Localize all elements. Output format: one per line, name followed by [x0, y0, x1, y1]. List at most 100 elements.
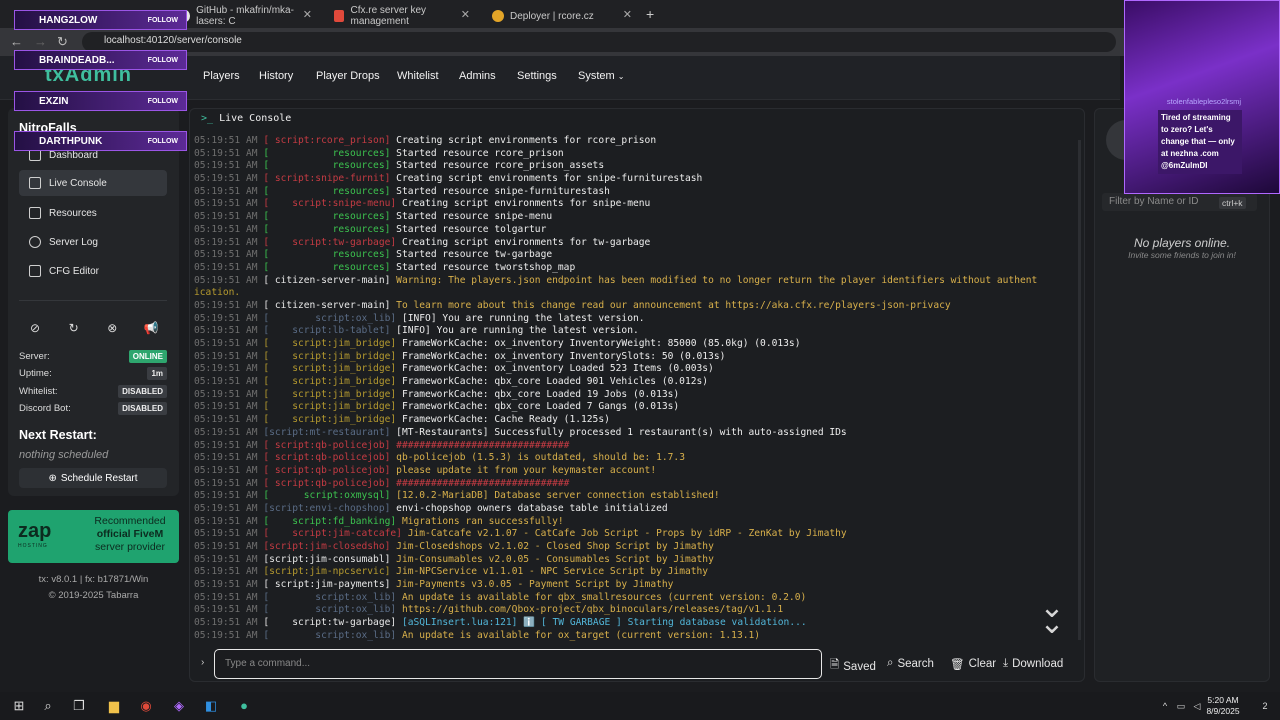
- taskbar-clock[interactable]: 5:20 AM 8/9/2025: [1198, 695, 1248, 717]
- sidebar-item-cfg-editor[interactable]: CFG Editor: [19, 258, 167, 284]
- console-scrollbar[interactable]: [1078, 140, 1081, 640]
- log-line: 05:19:51 AM [script:envi-chopshop] envi-…: [194, 503, 1078, 516]
- log-timestamp: 05:19:51 AM: [194, 477, 264, 489]
- ad-text: Recommended official FiveM server provid…: [84, 515, 176, 554]
- console-title-label: Live Console: [219, 113, 292, 124]
- nav-player-drops[interactable]: Player Drops: [316, 70, 380, 82]
- terminal-icon: [29, 177, 41, 189]
- log-message: FrameworkCache: Cache Ready (1.125s): [401, 414, 610, 426]
- nav-admins[interactable]: Admins: [459, 70, 496, 82]
- task-view-icon[interactable]: ❐: [70, 697, 88, 715]
- stream-message: Tired of streaming to zero? Let's change…: [1158, 110, 1242, 174]
- screen: GitHub - mkafrin/mka-lasers: C ✕ Cfx.re …: [0, 0, 1280, 720]
- next-restart-title: Next Restart:: [19, 428, 97, 442]
- search-button[interactable]: ⌕ Search: [887, 657, 934, 670]
- kick-all-button[interactable]: ⊗: [96, 315, 128, 341]
- new-tab-button[interactable]: +: [646, 6, 654, 22]
- log-line: 05:19:51 AM [script:jim-closedsho] Jim-C…: [194, 541, 1078, 554]
- badge-name: EXZIN: [39, 95, 69, 107]
- chrome-icon[interactable]: ◉: [137, 697, 155, 715]
- log-timestamp: 05:19:51 AM: [194, 274, 264, 286]
- log-source: [script:jim-npcservic]: [263, 566, 397, 578]
- log-line: 05:19:51 AM [ script:jim_bridge] Framewo…: [194, 389, 1078, 402]
- log-source: [ resources]: [263, 249, 397, 261]
- status-badge: DISABLED: [118, 402, 167, 415]
- sidebar-item-label: Server Log: [49, 236, 98, 248]
- command-input[interactable]: Type a command...: [214, 649, 822, 679]
- stream-follow-badge: BRAINDEADB... FOLLOW: [14, 50, 187, 70]
- log-line: 05:19:51 AM [ script:ox_lib] https://git…: [194, 604, 1078, 617]
- nav-whitelist[interactable]: Whitelist: [397, 70, 439, 82]
- log-timestamp: 05:19:51 AM: [194, 604, 264, 616]
- no-players-subtitle: Invite some friends to join in!: [1128, 250, 1236, 260]
- log-message: FrameworkCache: ox_inventory Loaded 523 …: [401, 363, 714, 375]
- vscode-icon[interactable]: ◧: [202, 697, 220, 715]
- log-line: 05:19:51 AM [ script:jim_bridge] FrameWo…: [194, 338, 1078, 351]
- sidebar-item-resources[interactable]: Resources: [19, 200, 167, 226]
- close-icon[interactable]: ✕: [461, 8, 470, 21]
- search-icon[interactable]: ⌕: [39, 697, 57, 715]
- url-text[interactable]: localhost:40120/server/console: [104, 35, 242, 46]
- url-field[interactable]: localhost:40120/server/console: [82, 32, 1116, 52]
- date: 8/9/2025: [1206, 706, 1240, 716]
- console-log[interactable]: 05:19:51 AM [ script:rcore_prison] Creat…: [194, 135, 1078, 643]
- nav-settings[interactable]: Settings: [517, 70, 557, 82]
- log-source: [ script:tw-garbage]: [263, 617, 402, 629]
- log-message: FrameWorkCache: ox_inventory InventorySl…: [401, 350, 726, 362]
- stop-server-button[interactable]: ⊘: [19, 315, 51, 341]
- restart-server-button[interactable]: ↻: [58, 315, 90, 341]
- clear-button[interactable]: 🗑 Clear: [950, 657, 996, 671]
- announce-button[interactable]: 📢: [135, 315, 167, 341]
- status-badge: DISABLED: [118, 385, 167, 398]
- log-source: [ script:ox_lib]: [263, 604, 402, 616]
- ad-line: Recommended: [94, 515, 166, 527]
- notification-icon[interactable]: 2: [1256, 697, 1274, 715]
- log-source: [ script:qb-policejob]: [263, 452, 397, 464]
- close-icon[interactable]: ✕: [623, 8, 632, 21]
- forward-icon[interactable]: →: [34, 34, 47, 49]
- download-button[interactable]: ⤓ Download: [1003, 657, 1063, 670]
- log-timestamp: 05:19:51 AM: [194, 388, 264, 400]
- scroll-to-bottom-icon[interactable]: ⌄ ⌄: [1038, 593, 1066, 639]
- nav-history[interactable]: History: [259, 70, 293, 82]
- log-line: 05:19:51 AM [ script:jim-catcafe] Jim-Ca…: [194, 528, 1078, 541]
- schedule-restart-button[interactable]: ⊕ Schedule Restart: [19, 468, 167, 488]
- log-message: envi-chopshop owners database table init…: [396, 502, 668, 514]
- nav-players[interactable]: Players: [203, 70, 240, 82]
- sidebar-item-live-console[interactable]: Live Console: [19, 170, 167, 196]
- badge-name: BRAINDEADB...: [39, 54, 115, 66]
- tab-deployer[interactable]: Deployer | rcore.cz ✕: [484, 4, 640, 28]
- nav-system[interactable]: System ⌄: [578, 70, 624, 82]
- server-controls: ⊘ ↻ ⊗ 📢: [19, 315, 167, 343]
- reload-icon[interactable]: ↻: [57, 34, 68, 50]
- back-icon[interactable]: ←: [10, 34, 23, 49]
- close-icon[interactable]: ✕: [303, 8, 312, 21]
- log-line: 05:19:51 AM [ script:qb-policejob] #####…: [194, 440, 1078, 453]
- log-timestamp: 05:19:51 AM: [194, 515, 264, 527]
- next-restart-value: nothing scheduled: [19, 449, 109, 461]
- app-icon[interactable]: ◈: [170, 697, 188, 715]
- sidebar-item-server-log[interactable]: Server Log: [19, 229, 167, 255]
- ad-line: server provider: [94, 541, 166, 553]
- log-source: [ resources]: [263, 147, 397, 159]
- log-line: 05:19:51 AM [ citizen-server-main] Warni…: [194, 275, 1078, 288]
- log-timestamp: 05:19:51 AM: [194, 325, 264, 337]
- log-source: [ script:ox_lib]: [263, 591, 402, 603]
- log-source: [ script:fd_banking]: [263, 515, 402, 527]
- log-timestamp: 05:19:51 AM: [194, 135, 264, 146]
- log-source: [ script:jim-payments]: [263, 579, 397, 591]
- log-message: [INFO] You are running the latest versio…: [396, 325, 639, 337]
- log-timestamp: 05:19:51 AM: [194, 299, 264, 311]
- saved-button[interactable]: 🗎 Saved: [830, 657, 876, 676]
- log-line: 05:19:51 AM [ resources] Started resourc…: [194, 160, 1078, 173]
- log-timestamp: 05:19:51 AM: [194, 426, 264, 438]
- windows-start-icon[interactable]: ⊞: [10, 697, 28, 715]
- button-label: Search: [897, 657, 934, 670]
- log-source: [ citizen-server-main]: [263, 299, 397, 311]
- tab-github[interactable]: GitHub - mkafrin/mka-lasers: C ✕: [172, 4, 320, 28]
- file-explorer-icon[interactable]: ▆: [105, 697, 123, 715]
- tab-cfx[interactable]: Cfx.re server key management ✕: [326, 4, 478, 28]
- app-hs-icon[interactable]: ●: [235, 697, 253, 715]
- log-source: [ resources]: [263, 160, 397, 172]
- log-timestamp: 05:19:51 AM: [194, 147, 264, 159]
